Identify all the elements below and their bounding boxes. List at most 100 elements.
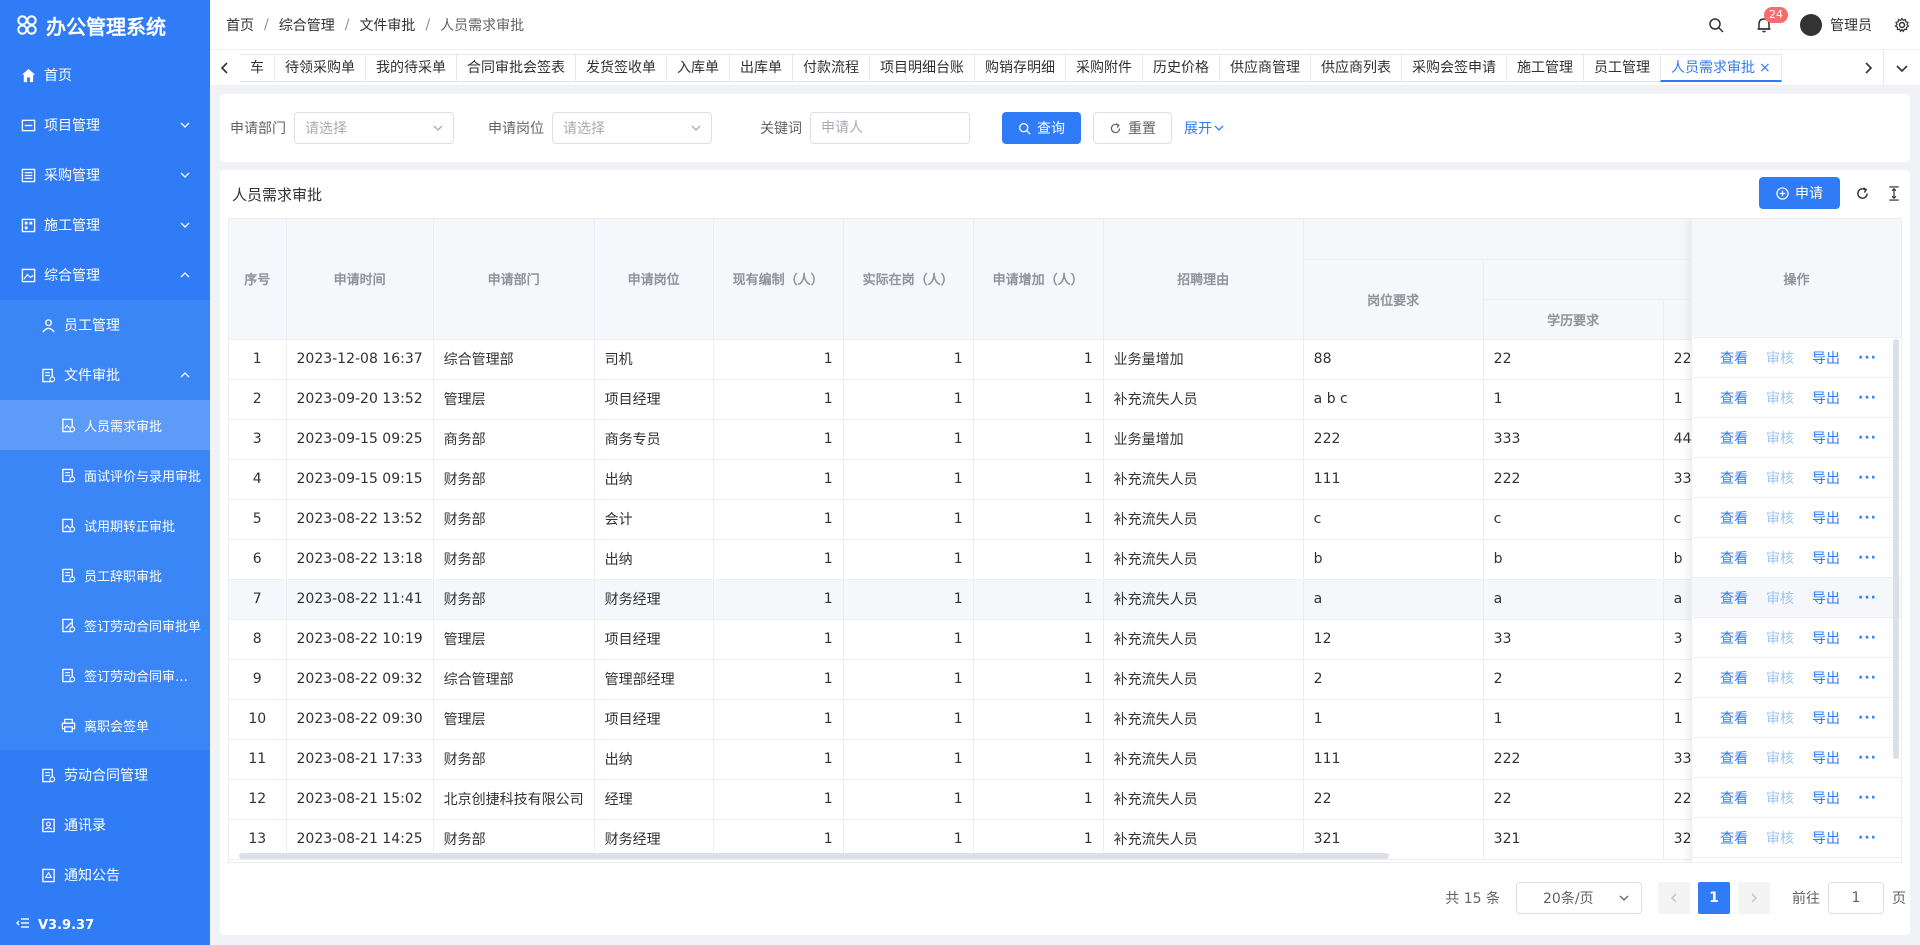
more-button[interactable]: ··· [1858, 790, 1877, 806]
audit-button[interactable]: 审核 [1766, 748, 1794, 768]
tab-project-ledger[interactable]: 项目明细台账 [869, 53, 975, 82]
more-button[interactable]: ··· [1858, 630, 1877, 646]
view-button[interactable]: 查看 [1720, 428, 1748, 448]
tabs-dropdown[interactable] [1884, 50, 1920, 86]
audit-button[interactable]: 审核 [1766, 548, 1794, 568]
more-button[interactable]: ··· [1858, 550, 1877, 566]
page-number-current[interactable]: 1 [1698, 882, 1730, 914]
sidebar-item-probation[interactable]: 试用期转正审批 [0, 500, 210, 550]
view-button[interactable]: 查看 [1720, 708, 1748, 728]
export-button[interactable]: 导出 [1812, 348, 1840, 368]
export-button[interactable]: 导出 [1812, 788, 1840, 808]
breadcrumb-general[interactable]: 综合管理 [279, 15, 335, 35]
tab-personnel-demand[interactable]: 人员需求审批 × [1660, 53, 1782, 82]
audit-button[interactable]: 审核 [1766, 628, 1794, 648]
export-button[interactable]: 导出 [1812, 468, 1840, 488]
vertical-scrollbar[interactable] [1893, 339, 1899, 759]
dept-select[interactable]: 请选择 [294, 112, 454, 144]
close-icon[interactable]: × [1759, 60, 1771, 76]
more-button[interactable]: ··· [1858, 470, 1877, 486]
audit-button[interactable]: 审核 [1766, 668, 1794, 688]
prev-page-button[interactable] [1658, 882, 1690, 914]
more-button[interactable]: ··· [1858, 510, 1877, 526]
breadcrumb-doc-approval[interactable]: 文件审批 [359, 15, 415, 35]
audit-button[interactable]: 审核 [1766, 828, 1794, 848]
view-button[interactable]: 查看 [1720, 788, 1748, 808]
sidebar-item-general[interactable]: 综合管理 [0, 250, 210, 300]
post-select[interactable]: 请选择 [552, 112, 712, 144]
tab-purchase-attachment[interactable]: 采购附件 [1065, 53, 1143, 82]
more-button[interactable]: ··· [1858, 350, 1877, 366]
export-button[interactable]: 导出 [1812, 628, 1840, 648]
audit-button[interactable]: 审核 [1766, 428, 1794, 448]
export-button[interactable]: 导出 [1812, 748, 1840, 768]
sidebar-item-labor-contract-approval[interactable]: 签订劳动合同审批单 [0, 600, 210, 650]
audit-button[interactable]: 审核 [1766, 788, 1794, 808]
sidebar-item-contacts[interactable]: 通讯录 [0, 800, 210, 850]
more-button[interactable]: ··· [1858, 710, 1877, 726]
version-toggle[interactable]: V3.9.37 [16, 915, 94, 935]
query-button[interactable]: 查询 [1002, 112, 1081, 144]
sidebar-item-leave-signoff[interactable]: 离职会签单 [0, 700, 210, 750]
breadcrumb-home[interactable]: 首页 [226, 15, 254, 35]
export-button[interactable]: 导出 [1812, 548, 1840, 568]
export-button[interactable]: 导出 [1812, 508, 1840, 528]
goto-page-input[interactable] [1828, 882, 1884, 914]
page-size-select[interactable]: 20条/页 [1516, 882, 1642, 914]
tab-construction[interactable]: 施工管理 [1506, 53, 1584, 82]
tab-history-price[interactable]: 历史价格 [1142, 53, 1220, 82]
view-button[interactable]: 查看 [1720, 748, 1748, 768]
export-button[interactable]: 导出 [1812, 668, 1840, 688]
more-button[interactable]: ··· [1858, 590, 1877, 606]
audit-button[interactable]: 审核 [1766, 468, 1794, 488]
export-button[interactable]: 导出 [1812, 388, 1840, 408]
tab-cart[interactable]: 车 [240, 53, 275, 82]
view-button[interactable]: 查看 [1720, 828, 1748, 848]
user-name[interactable]: 管理员 [1830, 15, 1872, 35]
tab-employee[interactable]: 员工管理 [1583, 53, 1661, 82]
tab-payment-flow[interactable]: 付款流程 [792, 53, 870, 82]
more-button[interactable]: ··· [1858, 750, 1877, 766]
sidebar-item-employee[interactable]: 员工管理 [0, 300, 210, 350]
avatar[interactable] [1800, 14, 1822, 36]
sidebar-item-project[interactable]: 项目管理 [0, 100, 210, 150]
audit-button[interactable]: 审核 [1766, 588, 1794, 608]
sidebar-item-resignation[interactable]: 员工辞职审批 [0, 550, 210, 600]
gear-icon[interactable] [1892, 15, 1912, 35]
sidebar-item-labor-contract-approval-2[interactable]: 签订劳动合同审… [0, 650, 210, 700]
more-button[interactable]: ··· [1858, 830, 1877, 846]
column-height-icon[interactable] [1884, 183, 1904, 203]
keyword-input[interactable] [810, 112, 970, 144]
bell-icon[interactable]: 24 [1754, 7, 1788, 35]
tab-delivery-receipt[interactable]: 发货签收单 [575, 53, 667, 82]
export-button[interactable]: 导出 [1812, 428, 1840, 448]
sidebar-item-construction[interactable]: 施工管理 [0, 200, 210, 250]
sidebar-item-purchase[interactable]: 采购管理 [0, 150, 210, 200]
tab-supplier-list[interactable]: 供应商列表 [1310, 53, 1402, 82]
tabs-scroll-left[interactable] [210, 50, 240, 86]
audit-button[interactable]: 审核 [1766, 508, 1794, 528]
reset-button[interactable]: 重置 [1093, 112, 1172, 144]
tab-pending-purchase[interactable]: 待领采购单 [274, 53, 366, 82]
view-button[interactable]: 查看 [1720, 628, 1748, 648]
horizontal-scrollbar[interactable] [239, 853, 1389, 859]
view-button[interactable]: 查看 [1720, 548, 1748, 568]
sidebar-item-labor-contract[interactable]: 劳动合同管理 [0, 750, 210, 800]
tab-contract-signoff[interactable]: 合同审批会签表 [456, 53, 576, 82]
view-button[interactable]: 查看 [1720, 348, 1748, 368]
tab-inventory-detail[interactable]: 购销存明细 [974, 53, 1066, 82]
apply-button[interactable]: 申请 [1759, 177, 1840, 209]
search-icon[interactable] [1706, 15, 1726, 35]
sidebar-item-doc-approval[interactable]: 文件审批 [0, 350, 210, 400]
view-button[interactable]: 查看 [1720, 388, 1748, 408]
view-button[interactable]: 查看 [1720, 668, 1748, 688]
more-button[interactable]: ··· [1858, 390, 1877, 406]
audit-button[interactable]: 审核 [1766, 388, 1794, 408]
export-button[interactable]: 导出 [1812, 708, 1840, 728]
refresh-icon[interactable] [1852, 183, 1872, 203]
sidebar-item-personnel-demand[interactable]: 人员需求审批 [0, 400, 210, 450]
view-button[interactable]: 查看 [1720, 588, 1748, 608]
tab-purchase-signoff[interactable]: 采购会签申请 [1401, 53, 1507, 82]
expand-toggle[interactable]: 展开 [1184, 118, 1224, 138]
view-button[interactable]: 查看 [1720, 468, 1748, 488]
